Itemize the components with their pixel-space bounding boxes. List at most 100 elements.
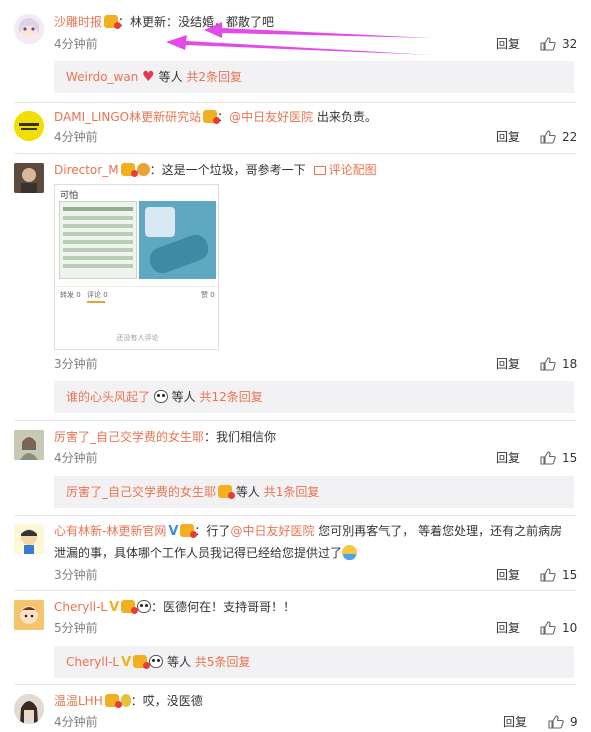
comment-text-line-2: 泄漏的事，具体哪个工作人员我记得已经给您提供过了 — [54, 544, 577, 562]
thumbs-up-icon — [540, 451, 556, 465]
thumbs-up-icon — [540, 357, 556, 371]
image-title: 可怕 — [60, 191, 79, 201]
thread-others-label: 等人 — [235, 485, 260, 499]
comment-image[interactable]: 可怕 转发 0 评论 0 赞 0 还没有人评论 — [54, 184, 219, 350]
image-tab-bar: 转发 0 评论 0 赞 0 — [55, 286, 218, 302]
thread-count-link[interactable]: 共12条回复 — [200, 390, 263, 404]
avatar[interactable] — [14, 111, 44, 141]
comment-body: 林更新：没结婚，都散了吧 — [130, 15, 275, 29]
vip-badge-icon — [133, 655, 151, 669]
thumbs-up-icon — [540, 621, 556, 635]
woman-avatar-icon — [14, 694, 44, 724]
thread-others-label: 等人 — [171, 390, 196, 404]
arrow-lower-icon — [166, 35, 432, 55]
panda-icon — [149, 655, 164, 668]
thread-username[interactable]: Cheryll-L — [66, 655, 119, 669]
like-count: 18 — [562, 357, 578, 371]
balloon-icon — [120, 694, 131, 707]
reply-button[interactable]: 回复 — [496, 450, 520, 466]
portrait-avatar-icon — [14, 163, 44, 193]
spreadsheet-thumbnail — [59, 201, 137, 279]
anime-avatar-icon — [14, 14, 44, 44]
vip-badge-icon — [120, 163, 138, 177]
thread-count-link[interactable]: 共5条回复 — [195, 655, 251, 669]
comment-text-line: 心有林新-林更新官网 V ：行了@中日友好医院 您可別再客气了， 等着您处理，还有之… — [54, 524, 563, 539]
thread-username[interactable]: 谁的心头风起了 — [66, 390, 150, 404]
sub-reply-thread[interactable]: 谁的心头风起了 等人 共12条回复 — [54, 381, 574, 413]
like-count: 32 — [562, 37, 578, 51]
reply-button[interactable]: 回复 — [496, 620, 520, 636]
username-link[interactable]: Cheryll-L — [54, 600, 107, 614]
image-footer-text: 还没有人评论 — [116, 334, 159, 342]
emoji-icon — [342, 545, 358, 560]
vip-badge-icon — [203, 110, 221, 124]
timestamp: 4分钟前 — [54, 37, 98, 51]
username-link[interactable]: 厉害了_自己交学费的女生耶 — [54, 430, 204, 444]
comment-body: 医德何在！支持哥哥！！ — [163, 600, 296, 614]
sub-reply-thread[interactable]: Weirdo_wan ♥ 等人 共2条回复 — [54, 61, 574, 93]
like-count: 15 — [562, 451, 578, 465]
image-icon — [313, 166, 326, 175]
mention-link[interactable]: @中日友好医院 — [230, 524, 314, 538]
reply-button[interactable]: 回复 — [496, 129, 520, 145]
verified-v-icon: V — [121, 655, 132, 670]
avatar[interactable] — [14, 430, 44, 460]
thread-count-link[interactable]: 共2条回复 — [186, 70, 242, 84]
reply-button[interactable]: 回复 — [503, 714, 527, 730]
comment-body: 出来负责。 — [313, 110, 377, 124]
timestamp: 3分钟前 — [54, 357, 98, 371]
timestamp: 4分钟前 — [54, 130, 98, 144]
thread-count-link[interactable]: 共1条回复 — [264, 485, 320, 499]
timestamp: 3分钟前 — [54, 568, 98, 582]
username-link[interactable]: DAMI_LINGO林更新研究站 — [54, 110, 201, 124]
timestamp: 5分钟前 — [54, 621, 98, 635]
comment-body-continued: 泄漏的事，具体哪个工作人员我记得已经给您提供过了 — [54, 546, 343, 560]
mention-link[interactable]: @中日友好医院 — [229, 110, 313, 124]
username-link[interactable]: 温温LHH — [54, 694, 103, 708]
username-link[interactable]: 沙雕时报 — [54, 15, 102, 29]
gold-medal-icon — [136, 163, 150, 176]
reply-button[interactable]: 回复 — [496, 36, 520, 52]
reply-button[interactable]: 回复 — [496, 567, 520, 583]
thread-username[interactable]: 厉害了_自己交学费的女生耶 — [66, 485, 216, 499]
vip-badge-icon — [121, 600, 139, 614]
vip-badge-icon — [104, 15, 122, 29]
avatar[interactable] — [14, 14, 44, 44]
reply-button[interactable]: 回复 — [496, 356, 520, 372]
timestamp: 4分钟前 — [54, 451, 98, 465]
divider — [14, 515, 577, 516]
heart-icon: ♥ — [142, 69, 155, 85]
thread-username[interactable]: Weirdo_wan — [66, 70, 138, 84]
username-link[interactable]: Director_M — [54, 163, 119, 177]
sub-reply-thread[interactable]: Cheryll-L V 等人 共5条回复 — [54, 646, 574, 678]
avatar[interactable] — [14, 600, 44, 630]
thread-others-label: 等人 — [166, 655, 191, 669]
avatar[interactable] — [14, 694, 44, 724]
comment-body: 哎，没医德 — [142, 694, 203, 708]
thumbs-up-icon — [540, 130, 556, 144]
verified-v-icon: V — [109, 600, 120, 615]
avatar[interactable] — [14, 524, 44, 554]
verified-v-icon: V — [168, 524, 179, 539]
comment-image-link[interactable]: 评论配图 — [313, 163, 377, 177]
like-count: 9 — [570, 715, 578, 729]
like-count: 10 — [562, 621, 578, 635]
vip-badge-icon — [180, 524, 198, 538]
vip-badge-icon — [104, 694, 122, 708]
avatar[interactable] — [14, 163, 44, 193]
username-link[interactable]: 心有林新-林更新官网 — [54, 524, 166, 538]
cartoon-girl-avatar-icon — [14, 600, 44, 630]
comment-text-line: Director_M ：这是一个垃圾，哥参考一下 评论配图 — [54, 163, 377, 177]
vip-badge-icon — [218, 485, 236, 499]
comment-body: 这是一个垃圾，哥参考一下 — [161, 163, 306, 177]
thumbs-up-icon — [540, 37, 556, 51]
comment-body: 我们相信你 — [216, 430, 277, 444]
cartoon-avatar-icon — [14, 524, 44, 554]
divider — [14, 420, 577, 421]
panda-icon — [153, 390, 168, 403]
thumbs-up-icon — [548, 715, 564, 729]
timestamp: 4分钟前 — [54, 715, 98, 729]
comment-body: 您可別再客气了， 等着您处理，还有之前病房 — [314, 524, 563, 538]
divider — [14, 153, 577, 154]
sub-reply-thread[interactable]: 厉害了_自己交学费的女生耶 等人 共1条回复 — [54, 476, 574, 508]
